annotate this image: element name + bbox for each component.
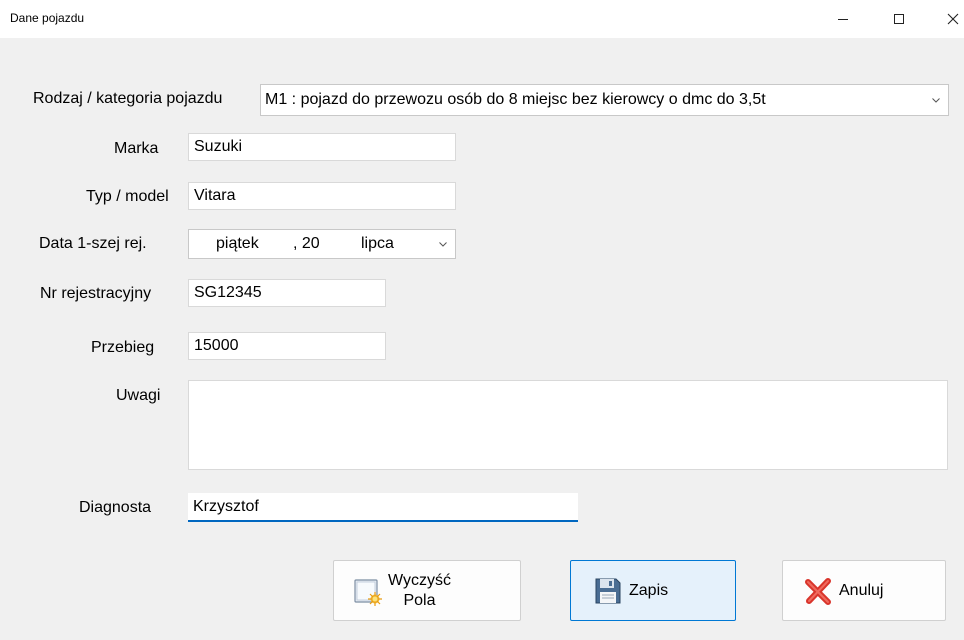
category-label: Rodzaj / kategoria pojazdu [33,90,223,107]
save-button-label: Zapis [629,581,669,599]
date-day: , 20 [293,235,320,252]
date-dayname: piątek [216,235,259,252]
red-x-icon [805,577,831,605]
first-registration-label: Data 1-szej rej. [39,235,147,252]
date-month: lipca [361,235,394,252]
clear-button-label-line1: Wyczyść [388,571,451,589]
clear-form-icon [354,578,382,606]
close-icon [947,13,959,25]
cancel-button-label: Anuluj [839,581,884,599]
minimize-icon [838,18,848,20]
floppy-disk-icon [595,578,621,603]
category-select[interactable]: M1 : pojazd do przewozu osób do 8 miejsc… [260,84,949,116]
maximize-button[interactable] [876,0,922,38]
clear-button-label-line2: Pola [403,591,436,609]
inspector-input[interactable]: Krzysztof [188,493,578,522]
notes-textarea[interactable] [188,380,948,470]
first-registration-datepicker[interactable]: piątek , 20 lipca [188,229,456,259]
notes-label: Uwagi [116,387,161,404]
maximize-icon [894,14,904,24]
model-label: Typ / model [86,188,169,205]
plate-input[interactable]: SG12345 [188,279,386,307]
chevron-down-icon [932,98,940,103]
clear-fields-button[interactable]: Wyczyść Pola [333,560,521,621]
plate-label: Nr rejestracyjny [40,285,152,302]
minimize-button[interactable] [820,0,866,38]
mileage-input[interactable]: 15000 [188,332,386,360]
title-bar: Dane pojazdu [0,0,964,38]
inspector-label: Diagnosta [79,499,152,516]
chevron-down-icon [439,242,447,247]
brand-label: Marka [114,140,159,157]
brand-input[interactable]: Suzuki [188,133,456,161]
close-button[interactable] [930,0,964,38]
category-value: M1 : pojazd do przewozu osób do 8 miejsc… [265,91,766,108]
save-button[interactable]: Zapis [570,560,736,621]
mileage-label: Przebieg [91,339,155,356]
model-input[interactable]: Vitara [188,182,456,210]
window-title: Dane pojazdu [10,11,85,25]
cancel-button[interactable]: Anuluj [782,560,946,621]
